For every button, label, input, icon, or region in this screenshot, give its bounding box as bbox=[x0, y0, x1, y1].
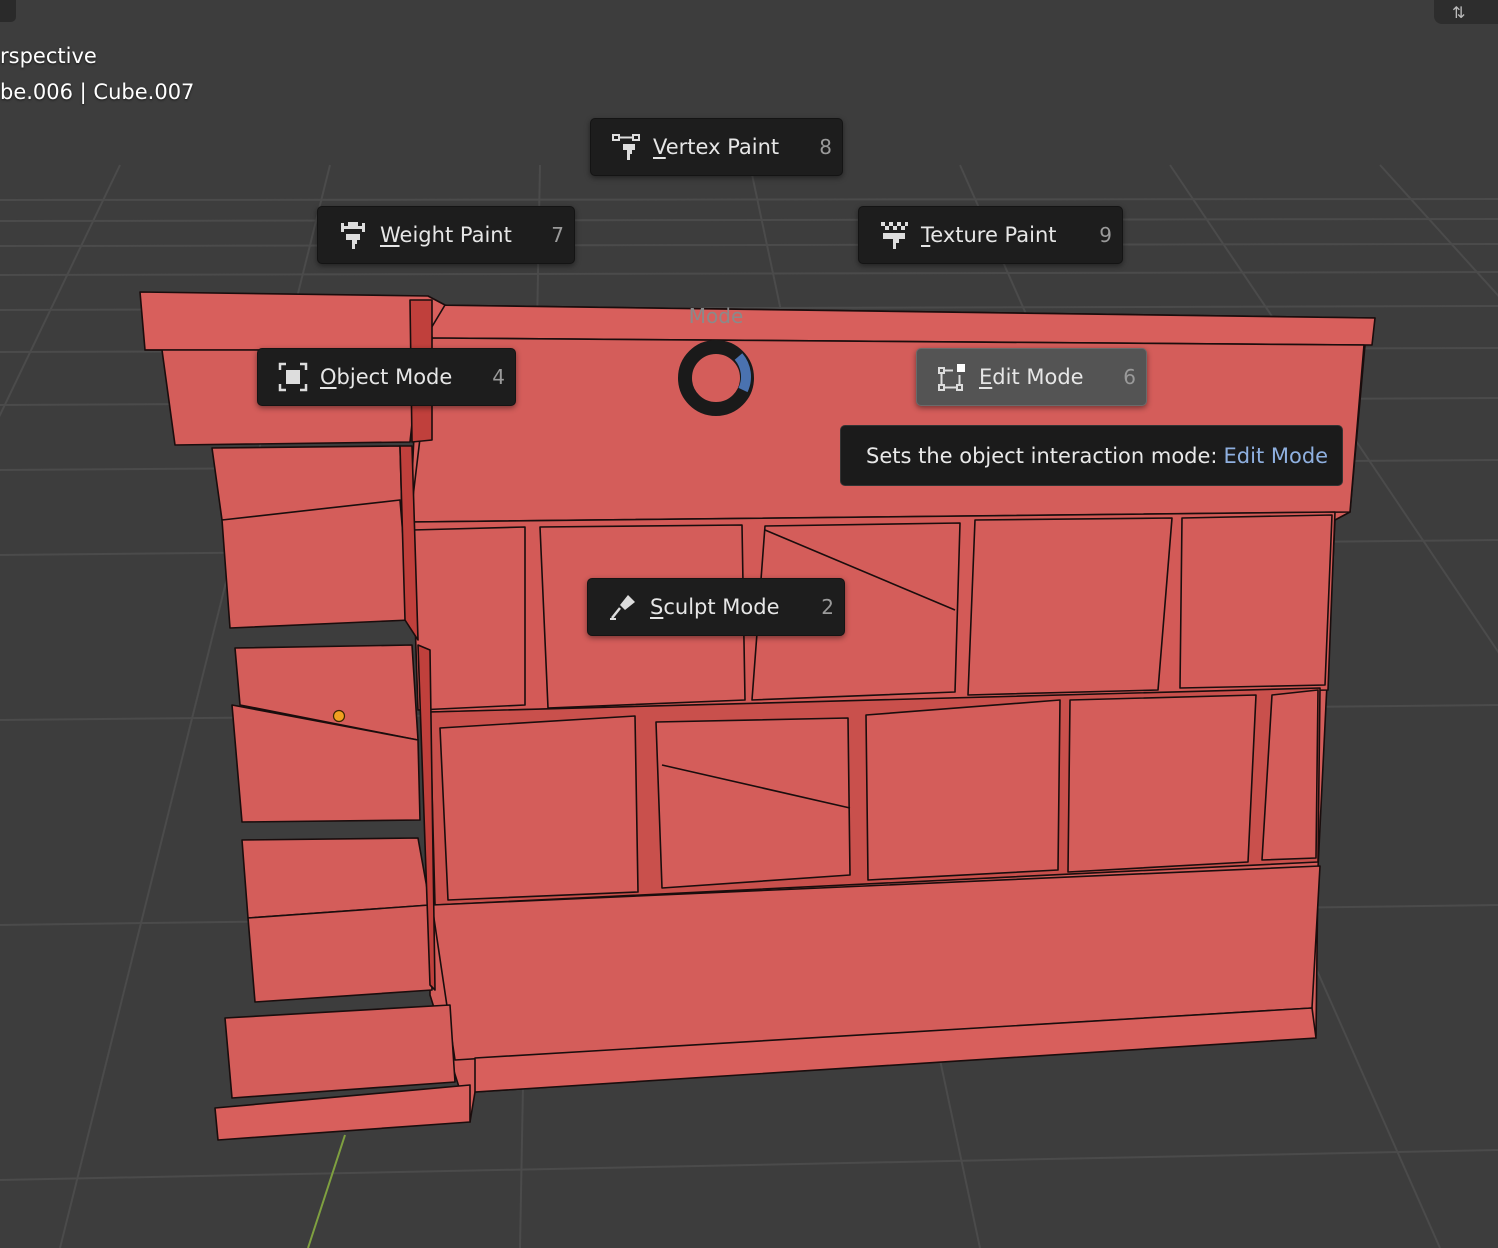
tooltip-text: Sets the object interaction mode: bbox=[866, 443, 1218, 468]
object-mode-label: Object Mode bbox=[320, 365, 453, 389]
weight-paint-icon bbox=[336, 218, 370, 252]
pie-menu-title: Mode bbox=[688, 304, 744, 328]
overlay-toggle-icon: ⇅ bbox=[1452, 2, 1466, 22]
vertex-paint-shortcut: 8 bbox=[819, 135, 832, 159]
y-axis-line bbox=[307, 1134, 346, 1248]
weight-paint-shortcut: 7 bbox=[551, 223, 564, 247]
pie-menu-direction-ring bbox=[678, 340, 754, 416]
object-mode-icon bbox=[276, 360, 310, 394]
vertex-paint-button[interactable]: Vertex Paint 8 bbox=[590, 118, 843, 176]
sculpt-mode-button[interactable]: Sculpt Mode 2 bbox=[587, 578, 845, 636]
wall-mesh[interactable] bbox=[139, 291, 1376, 1141]
object-mode-button[interactable]: Object Mode 4 bbox=[257, 348, 516, 406]
texture-paint-icon bbox=[877, 218, 911, 252]
object-origin-dot bbox=[332, 709, 346, 723]
texture-paint-shortcut: 9 bbox=[1099, 223, 1112, 247]
sculpt-mode-icon bbox=[606, 590, 640, 624]
edit-mode-shortcut: 6 bbox=[1123, 365, 1136, 389]
texture-paint-label: Texture Paint bbox=[921, 223, 1057, 247]
vertex-paint-label: Vertex Paint bbox=[653, 135, 780, 159]
sculpt-mode-shortcut: 2 bbox=[821, 595, 834, 619]
weight-paint-label: Weight Paint bbox=[380, 223, 512, 247]
tooltip-value: Edit Mode bbox=[1223, 443, 1329, 468]
edit-mode-icon bbox=[935, 360, 969, 394]
edit-mode-label: Edit Mode bbox=[979, 365, 1084, 389]
vertex-paint-icon bbox=[609, 130, 643, 164]
viewport-corner-tab[interactable] bbox=[0, 0, 16, 22]
selected-objects-label: be.006 | Cube.007 bbox=[0, 80, 195, 104]
edit-mode-button[interactable]: Edit Mode 6 bbox=[916, 348, 1147, 406]
mode-tooltip: Sets the object interaction mode: Edit M… bbox=[840, 425, 1343, 486]
weight-paint-button[interactable]: Weight Paint 7 bbox=[317, 206, 575, 264]
sculpt-mode-label: Sculpt Mode bbox=[650, 595, 780, 619]
view-perspective-label: rspective bbox=[0, 44, 97, 68]
object-mode-shortcut: 4 bbox=[492, 365, 505, 389]
texture-paint-button[interactable]: Texture Paint 9 bbox=[858, 206, 1123, 264]
overlay-toggle-button[interactable]: ⇅ bbox=[1434, 0, 1498, 24]
